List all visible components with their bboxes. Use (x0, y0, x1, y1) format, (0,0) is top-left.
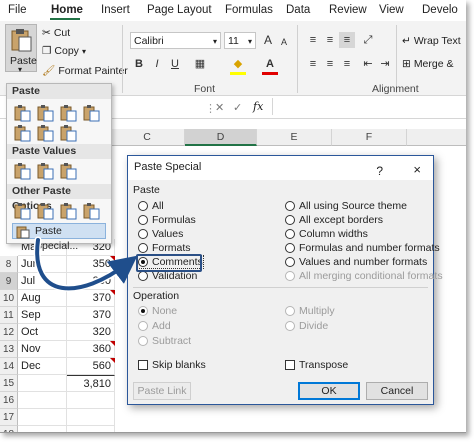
annotation-arrow (33, 236, 138, 292)
excel-window: File Home Insert Page Layout Formulas Da… (0, 0, 466, 433)
